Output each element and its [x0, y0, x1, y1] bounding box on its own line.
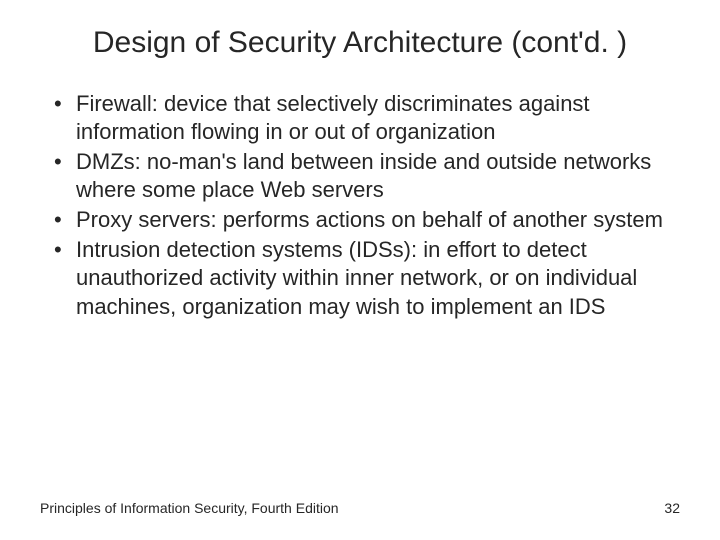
slide: Design of Security Architecture (cont'd.… — [0, 0, 720, 540]
slide-title: Design of Security Architecture (cont'd.… — [80, 24, 640, 62]
page-number: 32 — [664, 500, 680, 516]
list-item: DMZs: no-man's land between inside and o… — [50, 148, 680, 204]
slide-footer: Principles of Information Security, Four… — [40, 500, 680, 516]
list-item: Intrusion detection systems (IDSs): in e… — [50, 236, 680, 320]
list-item: Firewall: device that selectively discri… — [50, 90, 680, 146]
bullet-list: Firewall: device that selectively discri… — [40, 90, 680, 321]
footer-source: Principles of Information Security, Four… — [40, 500, 339, 516]
list-item: Proxy servers: performs actions on behal… — [50, 206, 680, 234]
